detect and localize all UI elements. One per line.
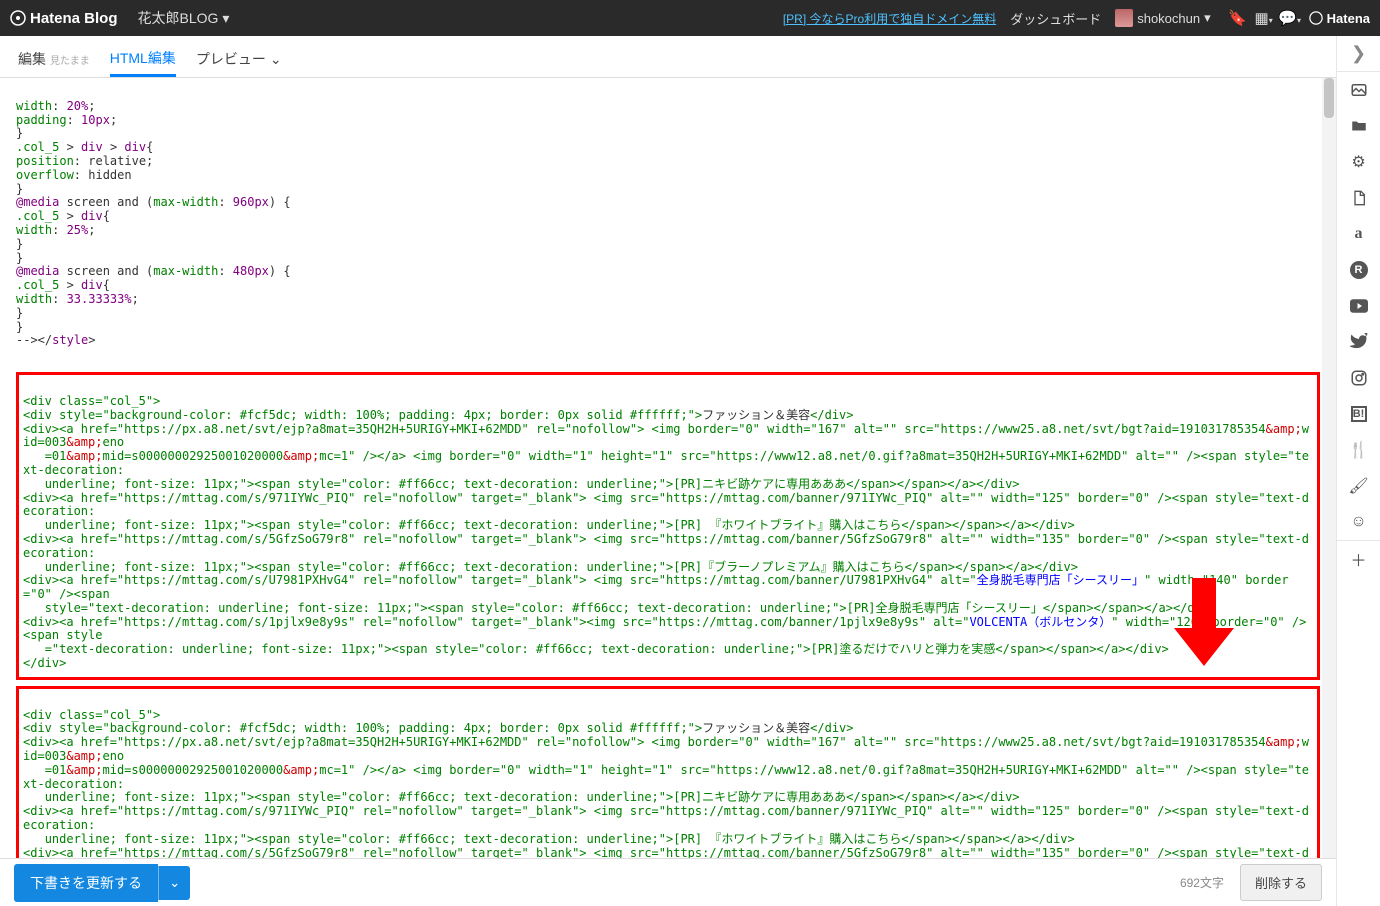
tab-edit-wysiwyg[interactable]: 編集 見たまま [18,41,90,77]
dashboard-link[interactable]: ダッシュボード [1010,9,1101,28]
instagram-icon[interactable] [1337,360,1380,396]
pr-promo-link[interactable]: [PR] 今ならPro利用で独自ドメイン無料 [783,10,996,27]
editor-footer: 下書きを更新する ⌄ 692文字 削除する [0,858,1336,906]
photo-tool-icon[interactable] [1337,72,1380,108]
update-draft-button[interactable]: 下書きを更新する [14,864,158,902]
bookmark-icon[interactable]: 🔖 [1225,9,1251,27]
service-name: Hatena Blog [30,10,118,27]
global-header: Hatena Blog 花太郎BLOG ▾ [PR] 今ならPro利用で独自ドメ… [0,0,1380,36]
user-menu[interactable]: shokochun ▾ [1115,9,1210,27]
comment-icon[interactable]: 💬▾ [1277,9,1303,27]
collapse-panel-button[interactable]: ❯ [1337,36,1380,72]
character-count: 692文字 [1180,874,1224,891]
editor-tabs: 編集 見たまま HTML編集 プレビュー ⌄ [0,36,1380,78]
youtube-icon[interactable] [1337,288,1380,324]
html-editor-textarea[interactable]: width: 20%; padding: 10px; } .col_5 > di… [0,78,1336,858]
gear-icon[interactable]: ⚙ [1337,144,1380,180]
highlighted-code-block-2: <div class="col_5"> <div style="backgrou… [16,686,1320,858]
delete-button[interactable]: 削除する [1240,864,1322,901]
twitter-icon[interactable] [1337,324,1380,360]
tab-html-edit[interactable]: HTML編集 [110,40,176,77]
service-logo[interactable]: Hatena Blog [10,10,118,27]
hatena-brand[interactable]: Hatena [1309,11,1370,26]
rakuten-icon[interactable]: R [1337,252,1380,288]
blog-name-dropdown[interactable]: 花太郎BLOG ▾ [138,8,230,28]
side-tool-panel: ❯ ⚙ a R B! 🍴 🖌 ☺ ＋ [1336,36,1380,906]
brush-icon[interactable]: 🖌 [1337,468,1380,504]
restaurant-icon[interactable]: 🍴 [1337,432,1380,468]
tab-preview[interactable]: プレビュー ⌄ [196,41,282,77]
page-icon[interactable] [1337,180,1380,216]
red-arrow-annotation [1172,578,1236,668]
folder-icon[interactable] [1337,108,1380,144]
apps-grid-icon[interactable]: ▦▾ [1251,9,1277,27]
plus-icon[interactable]: ＋ [1337,540,1380,576]
amazon-icon[interactable]: a [1337,216,1380,252]
chevron-down-icon: ▾ [222,10,229,27]
update-draft-dropdown[interactable]: ⌄ [158,866,190,900]
chevron-down-icon: ⌄ [270,51,282,68]
hatena-bookmark-icon[interactable]: B! [1337,396,1380,432]
smile-icon[interactable]: ☺ [1337,504,1380,540]
html-editor-area: width: 20%; padding: 10px; } .col_5 > di… [0,78,1336,858]
chevron-down-icon: ▾ [1204,10,1211,26]
avatar [1115,9,1133,27]
highlighted-code-block-1: <div class="col_5"> <div style="backgrou… [16,372,1320,680]
vertical-scrollbar[interactable] [1322,78,1336,858]
